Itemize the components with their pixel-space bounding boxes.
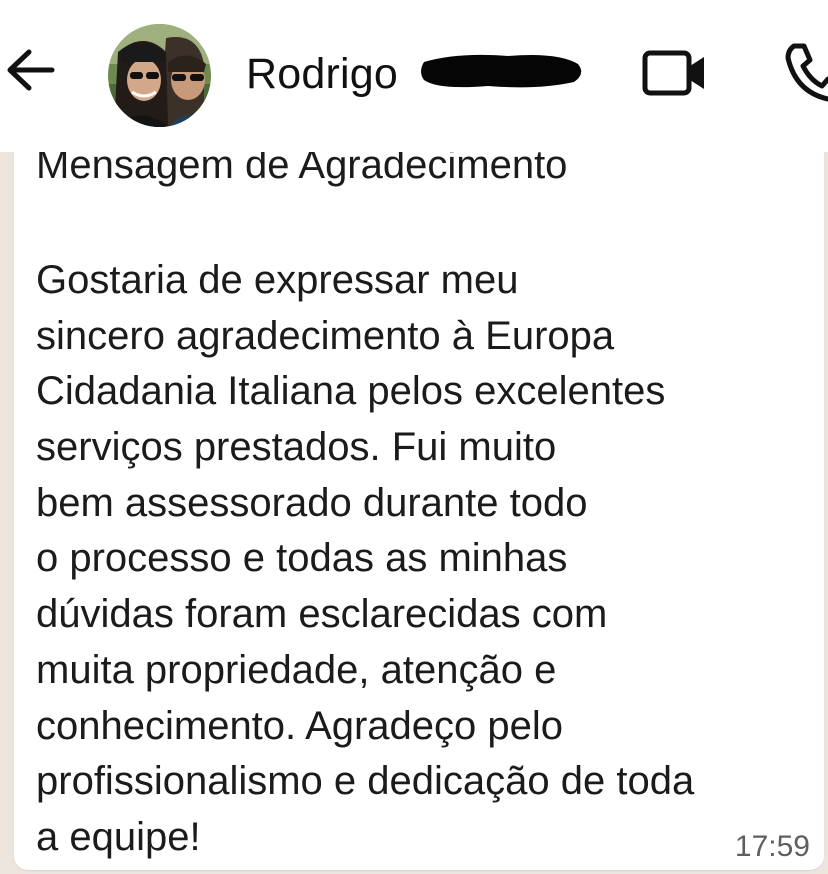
- contact-name[interactable]: Rodrigo: [246, 44, 398, 104]
- message-line: bem assessorado durante todo: [36, 480, 588, 525]
- message-line: Gostaria de expressar meu: [36, 258, 519, 302]
- message-timestamp: 17:59: [734, 830, 810, 863]
- avatar[interactable]: [108, 24, 211, 127]
- message-line: a equipe!: [36, 814, 201, 859]
- redaction-mark: [421, 54, 582, 88]
- message-line: dúvidas foram esclarecidas com: [36, 592, 608, 637]
- contact-photo: [108, 24, 211, 127]
- message-line: o processo e todas as minhas: [36, 536, 568, 581]
- message-line: serviços prestados. Fui muito: [36, 425, 557, 470]
- message-line: profissionalismo e dedicação de toda: [36, 759, 695, 804]
- message-bubble[interactable]: Mensagem de Agradecimento Gostaria de ex…: [14, 128, 824, 870]
- message-line: muita propriedade, atenção e: [36, 647, 557, 692]
- voice-call-button[interactable]: [782, 40, 828, 102]
- message-line: Cidadania Italiana pelos excelentes: [36, 369, 666, 414]
- arrow-left-icon: [5, 48, 55, 97]
- back-button[interactable]: [0, 42, 60, 102]
- video-camera-icon: [640, 50, 710, 104]
- chat-header: Rodrigo: [0, 0, 828, 152]
- chat-screen: Rodrigo Mensagem de Agradecimento Gostar…: [0, 0, 828, 874]
- video-call-button[interactable]: [640, 46, 710, 100]
- phone-icon: [782, 43, 828, 102]
- message-line: sincero agradecimento à Europa: [36, 313, 615, 358]
- message-text: Gostaria de expressar meu sincero agrade…: [36, 253, 824, 866]
- message-line: conhecimento. Agradeço pelo: [36, 703, 564, 748]
